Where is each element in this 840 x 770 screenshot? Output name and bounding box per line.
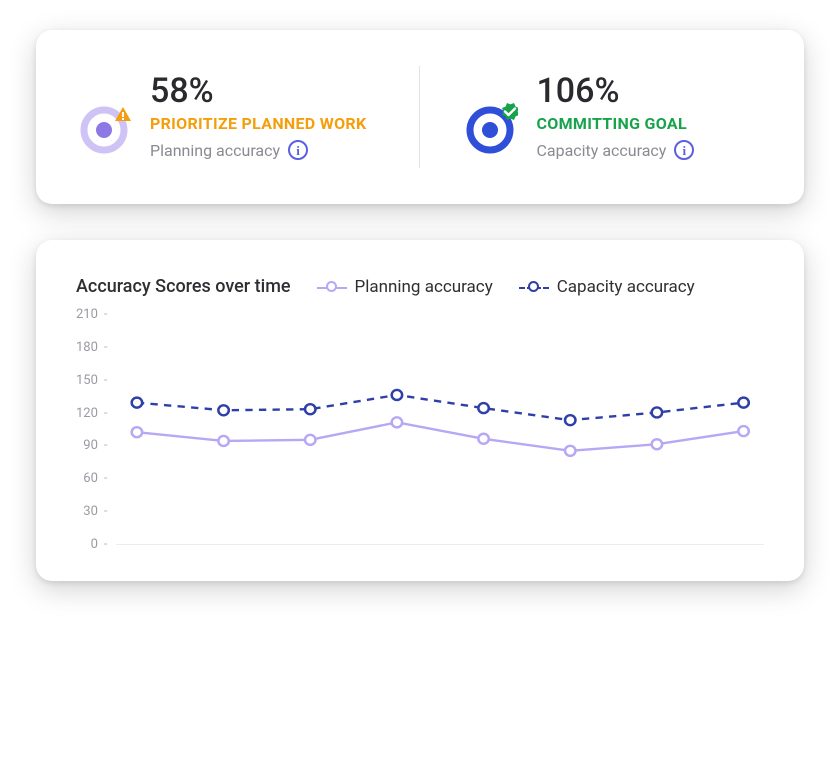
chart-plot	[116, 315, 764, 545]
chart-title: Accuracy Scores over time	[76, 276, 291, 297]
chart-point	[218, 436, 228, 446]
target-warning-icon	[76, 100, 132, 156]
chart-point	[131, 398, 141, 408]
metric-planning: 58% PRIORITIZE PLANNED WORK Planning acc…	[76, 66, 419, 168]
legend-swatch-capacity	[519, 280, 549, 294]
metric-title: COMMITTING GOAL	[536, 114, 694, 134]
metric-capacity: 106% COMMITTING GOAL Capacity accuracy i	[420, 66, 764, 168]
chart-point	[565, 446, 575, 456]
metrics-row: 58% PRIORITIZE PLANNED WORK Planning acc…	[76, 66, 764, 168]
metric-sublabel-row: Capacity accuracy i	[536, 140, 694, 160]
metric-value: 58%	[150, 74, 366, 108]
chart-point	[738, 398, 748, 408]
chart-point	[651, 407, 661, 417]
info-icon[interactable]: i	[288, 140, 308, 160]
chart-point	[478, 434, 488, 444]
chart-point	[391, 390, 401, 400]
target-success-icon	[462, 100, 518, 156]
chart-point	[305, 435, 315, 445]
legend-label: Planning accuracy	[355, 277, 493, 297]
chart-point	[131, 427, 141, 437]
legend-capacity[interactable]: Capacity accuracy	[519, 277, 695, 297]
chart-point	[391, 417, 401, 427]
chart-card: Accuracy Scores over time Planning accur…	[36, 240, 804, 581]
chart-header: Accuracy Scores over time Planning accur…	[76, 276, 764, 297]
chart-area: 210-180-150-120-90-60-30-0-	[76, 315, 764, 545]
legend-label: Capacity accuracy	[557, 277, 695, 297]
metric-sublabel: Capacity accuracy	[536, 141, 666, 160]
chart-point	[565, 415, 575, 425]
metrics-card: 58% PRIORITIZE PLANNED WORK Planning acc…	[36, 30, 804, 204]
chart-point	[478, 403, 488, 413]
chart-point	[218, 405, 228, 415]
metric-value: 106%	[536, 74, 694, 108]
chart-point	[651, 439, 661, 449]
chart-y-axis: 210-180-150-120-90-60-30-0-	[76, 315, 116, 545]
chart-point	[738, 426, 748, 436]
legend-swatch-planning	[317, 280, 347, 294]
metric-sublabel-row: Planning accuracy i	[150, 140, 366, 160]
legend-planning[interactable]: Planning accuracy	[317, 277, 493, 297]
chart-point	[305, 404, 315, 414]
metric-title: PRIORITIZE PLANNED WORK	[150, 114, 366, 134]
metric-sublabel: Planning accuracy	[150, 141, 280, 160]
info-icon[interactable]: i	[674, 140, 694, 160]
